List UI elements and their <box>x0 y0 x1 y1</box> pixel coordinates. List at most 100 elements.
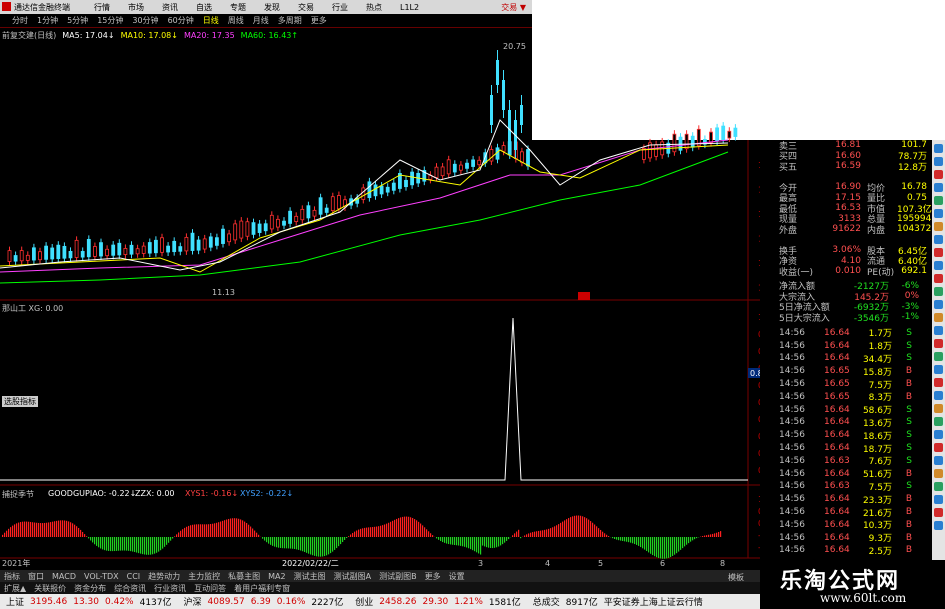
candle-body <box>361 187 366 200</box>
tick-row: 14:56 16.64 2.5万 B <box>779 544 929 557</box>
toolbar-icon[interactable] <box>934 144 943 153</box>
osc-bar <box>146 537 148 555</box>
toolbar-icon[interactable] <box>934 339 943 348</box>
osc-bar <box>42 523 44 537</box>
toolbar-icon[interactable] <box>934 222 943 231</box>
indicator-tab[interactable]: 测试副图B <box>379 571 417 582</box>
toolbar-icon[interactable] <box>934 456 943 465</box>
tick-time: 14:56 <box>779 519 805 530</box>
indicator-tab[interactable]: 趋势动力 <box>148 571 180 582</box>
candle-body <box>489 149 494 162</box>
pattern-label[interactable]: 选股指标 <box>2 396 38 407</box>
indicator-tab[interactable]: 主力监控 <box>188 571 220 582</box>
indicator-tab[interactable]: VOL-TDX <box>84 572 119 581</box>
toolbar-icon[interactable] <box>934 170 943 179</box>
osc-bar <box>530 532 532 537</box>
quote-label: 收益(一) <box>779 267 814 278</box>
osc-bar <box>584 517 586 537</box>
extension-tab[interactable]: 行业资讯 <box>154 583 186 594</box>
extension-tab[interactable]: 资金分布 <box>74 583 106 594</box>
osc-bar <box>194 524 196 537</box>
toolbar-icon[interactable] <box>934 404 943 413</box>
indicator-tab[interactable]: 私募主图 <box>228 571 260 582</box>
hs-index-amount: 2227亿 <box>311 598 344 608</box>
osc-bar <box>4 532 6 537</box>
toolbar-icon[interactable] <box>934 482 943 491</box>
candle-body <box>25 254 30 261</box>
indicator-tab-bar: 指标 窗口 MACD VOL-TDX CCI 趋势动力 主力监控 私募主图 MA2 测试主图 测试副… <box>0 570 760 582</box>
toolbar-icon[interactable] <box>934 365 943 374</box>
osc-bar <box>490 537 492 549</box>
osc-bar <box>324 537 326 557</box>
toolbar-icon[interactable] <box>934 326 943 335</box>
candle-body <box>465 162 469 169</box>
indicator-tab[interactable]: 更多 <box>425 571 441 582</box>
candle-body <box>306 205 311 219</box>
osc-xys1-label: XYS1: -0.16↓ <box>185 489 239 498</box>
toolbar-icon[interactable] <box>934 196 943 205</box>
side-toolbar[interactable] <box>932 140 945 560</box>
osc-bar <box>414 519 416 537</box>
toolbar-icon[interactable] <box>934 391 943 400</box>
toolbar-icon[interactable] <box>934 313 943 322</box>
osc-bar <box>106 537 108 551</box>
toolbar-icon[interactable] <box>934 300 943 309</box>
toolbar-icon[interactable] <box>934 495 943 504</box>
toolbar-icon[interactable] <box>934 417 943 426</box>
osc-bar <box>574 515 576 537</box>
xg-tick: 0.90 <box>758 330 760 339</box>
indicator-tab[interactable]: 指标 <box>4 571 20 582</box>
toolbar-icon[interactable] <box>934 443 943 452</box>
toolbar-icon[interactable] <box>934 261 943 270</box>
xg-tick: 0.40 <box>758 415 760 424</box>
osc-bar <box>624 537 626 542</box>
indicator-tab[interactable]: 测试副图A <box>334 571 371 582</box>
toolbar-icon[interactable] <box>934 235 943 244</box>
candle-body <box>153 239 158 254</box>
candle-body <box>501 145 506 152</box>
osc-bar <box>210 524 212 537</box>
extension-tab[interactable]: 扩展▲ <box>4 583 26 594</box>
toolbar-icon[interactable] <box>934 352 943 361</box>
toolbar-icon[interactable] <box>934 430 943 439</box>
osc-bar <box>310 537 312 555</box>
extension-tab[interactable]: 着用户福利专窗 <box>234 583 290 594</box>
candle-body <box>733 127 738 137</box>
osc-tick: 0.00 <box>758 519 760 528</box>
toolbar-icon[interactable] <box>934 508 943 517</box>
osc-bar <box>612 537 614 539</box>
toolbar-icon[interactable] <box>934 248 943 257</box>
toolbar-icon[interactable] <box>934 209 943 218</box>
toolbar-icon[interactable] <box>934 287 943 296</box>
osc-bar <box>38 522 40 537</box>
osc-bar <box>368 527 370 537</box>
osc-tick: -1.00 <box>758 543 760 552</box>
osc-bar <box>710 534 712 537</box>
flow-value: -3546万 <box>853 313 889 324</box>
tick-side: S <box>906 430 912 441</box>
toolbar-icon[interactable] <box>934 274 943 283</box>
toolbar-icon[interactable] <box>934 521 943 530</box>
extension-tab[interactable]: 互动问答 <box>194 583 226 594</box>
candle-body <box>709 131 713 144</box>
candle-body <box>379 185 384 195</box>
osc-bar <box>144 537 146 555</box>
osc-bar <box>234 518 236 537</box>
toolbar-icon[interactable] <box>934 183 943 192</box>
tick-side: S <box>906 443 912 454</box>
extension-tab[interactable]: 关联报价 <box>34 583 66 594</box>
indicator-tab[interactable]: 设置 <box>449 571 465 582</box>
toolbar-icon[interactable] <box>934 469 943 478</box>
indicator-tab[interactable]: MA2 <box>268 572 285 581</box>
extension-tab[interactable]: 综合资讯 <box>114 583 146 594</box>
indicator-tab[interactable]: MACD <box>52 572 76 581</box>
osc-bar <box>300 537 302 551</box>
toolbar-icon[interactable] <box>934 378 943 387</box>
candle-body <box>68 250 73 259</box>
indicator-tab[interactable]: 测试主图 <box>294 571 326 582</box>
osc-bar <box>686 537 688 545</box>
toolbar-icon[interactable] <box>934 157 943 166</box>
indicator-tab[interactable]: CCI <box>127 572 141 581</box>
template-tab[interactable]: 模板 <box>728 572 744 583</box>
indicator-tab[interactable]: 窗口 <box>28 571 44 582</box>
